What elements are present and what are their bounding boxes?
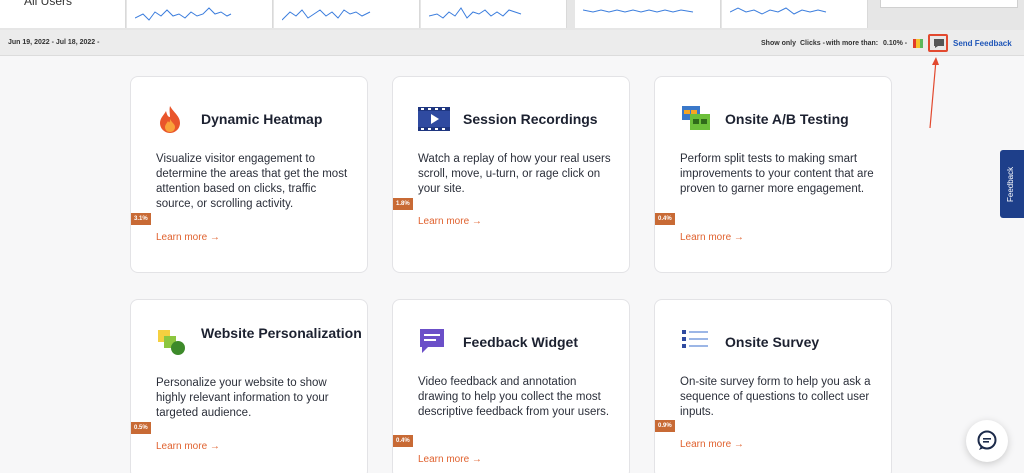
card-website-personalization[interactable]: Website Personalization Personalize your…: [130, 299, 368, 473]
with-more-than-label: with more than:: [826, 40, 879, 47]
card-description: Video feedback and annotation drawing to…: [418, 376, 610, 418]
learn-more-link[interactable]: Learn more →: [418, 216, 482, 227]
send-feedback-link[interactable]: Send Feedback: [953, 39, 1012, 48]
learn-more-link[interactable]: Learn more →: [680, 232, 744, 243]
sparkline: [282, 9, 371, 21]
card-title: Onsite A/B Testing: [725, 111, 849, 127]
learn-more-link[interactable]: Learn more →: [418, 454, 482, 465]
sparkline-panel: [274, 0, 420, 28]
sparkline-panel: [722, 0, 868, 28]
sparkline: [583, 9, 694, 13]
list-icon: [682, 330, 708, 348]
click-percentage-badge: 3.1%: [131, 213, 151, 225]
video-icon: [418, 107, 450, 131]
heatmap-toolbar: Jun 19, 2022 - Jul 18, 2022 - Show only …: [0, 30, 1024, 56]
sparkline: [730, 7, 827, 15]
heatmap-summary-strip: All Users: [0, 0, 1024, 30]
card-feedback-widget[interactable]: Feedback Widget Video feedback and annot…: [392, 299, 630, 473]
sparkline-panel: [575, 0, 721, 28]
heat-legend: [913, 39, 923, 48]
card-description: On-site survey form to help you ask a se…: [680, 376, 871, 418]
card-description: Visualize visitor engagement to determin…: [156, 153, 348, 210]
card-description: Personalize your website to show highly …: [156, 377, 329, 419]
card-onsite-ab-testing[interactable]: Onsite A/B Testing Perform split tests t…: [654, 76, 892, 273]
flame-icon: [160, 106, 180, 133]
click-percentage-badge: 1.8%: [393, 198, 413, 210]
sparkline-panel: [127, 0, 273, 28]
show-only-label: Show only: [761, 40, 796, 47]
ab-testing-icon: [682, 106, 710, 130]
card-title: Dynamic Heatmap: [201, 111, 323, 127]
click-percentage-badge: 0.4%: [655, 213, 675, 225]
card-title: Feedback Widget: [463, 334, 579, 350]
comment-icon: [934, 39, 944, 48]
learn-more-link[interactable]: Learn more →: [680, 439, 744, 450]
click-percentage-badge: 0.5%: [131, 422, 151, 434]
click-percentage-badge: 0.4%: [393, 435, 413, 447]
card-dynamic-heatmap[interactable]: Dynamic Heatmap Visualize visitor engage…: [130, 76, 368, 273]
card-title: Website Personalization: [201, 325, 362, 341]
card-title: Onsite Survey: [725, 334, 820, 350]
annotation-arrow: [929, 57, 939, 129]
segment-all-users[interactable]: All Users: [0, 0, 126, 28]
date-range-picker[interactable]: Jun 19, 2022 - Jul 18, 2022 -: [8, 39, 99, 46]
summary-box: [880, 0, 1018, 8]
chat-bubble-icon: [420, 329, 444, 353]
sparkline-panel: [421, 0, 567, 28]
sparkline: [135, 7, 232, 21]
clicks-dropdown[interactable]: Clicks -: [800, 40, 825, 47]
threshold-dropdown[interactable]: 0.10% -: [883, 40, 907, 47]
feedback-tab-label: Feedback: [1006, 166, 1015, 202]
card-description: Perform split tests to making smart impr…: [680, 153, 874, 195]
card-session-recordings[interactable]: Session Recordings Watch a replay of how…: [392, 76, 630, 273]
chat-icon: [977, 430, 997, 450]
learn-more-link[interactable]: Learn more →: [156, 232, 220, 243]
learn-more-link[interactable]: Learn more →: [156, 441, 220, 452]
feedback-icon-button[interactable]: [928, 34, 948, 52]
personalization-icon: [158, 330, 185, 355]
sparkline: [429, 7, 522, 19]
click-percentage-badge: 0.9%: [655, 420, 675, 432]
segment-label: All Users: [24, 0, 73, 8]
card-title: Session Recordings: [463, 111, 598, 127]
card-onsite-survey[interactable]: Onsite Survey On-site survey form to hel…: [654, 299, 892, 473]
feedback-side-tab[interactable]: Feedback: [1000, 150, 1024, 218]
chat-launcher-button[interactable]: [966, 420, 1008, 462]
card-description: Watch a replay of how your real users sc…: [418, 153, 611, 195]
